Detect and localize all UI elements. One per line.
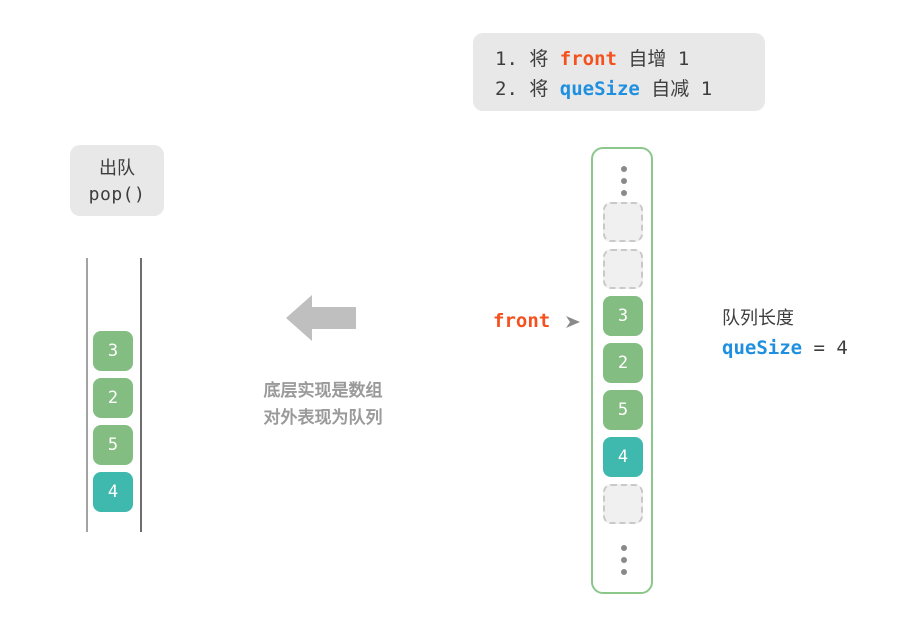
pop-operation-label: 出队 pop() (70, 145, 164, 216)
array-container: 3 2 5 4 (591, 147, 653, 594)
quesize-keyword: queSize (559, 78, 640, 100)
quesize-annotation-value: 4 (836, 337, 848, 359)
instruction-line-1: 1. 将 front 自增 1 (495, 44, 743, 74)
array-slot-empty-2 (603, 249, 643, 289)
instruction-line-1-suffix: 自增 1 (616, 48, 690, 70)
instruction-line-2-prefix: 2. 将 (495, 78, 560, 100)
queue-cell-3: 4 (93, 472, 133, 512)
quesize-annotation: 队列长度 queSize = 4 (722, 305, 848, 363)
array-slot-empty-3 (603, 484, 643, 524)
instruction-line-2-suffix: 自减 1 (639, 78, 713, 100)
array-slot-4-value: 2 (617, 353, 629, 373)
center-caption-line-2: 对外表现为队列 (263, 408, 383, 428)
queue-rail-right (140, 258, 142, 532)
left-arrow-icon (286, 295, 356, 341)
array-slot-3: 3 (603, 296, 643, 336)
array-slot-6-value: 4 (617, 447, 629, 467)
front-keyword: front (559, 48, 617, 70)
pop-label-method: pop() (88, 184, 146, 205)
instruction-line-2: 2. 将 queSize 自减 1 (495, 74, 743, 104)
instruction-line-1-prefix: 1. 将 (495, 48, 560, 70)
queue-cell-0: 3 (93, 331, 133, 371)
array-slot-3-value: 3 (617, 306, 629, 326)
array-ellipsis-bottom-icon (593, 545, 655, 575)
center-caption-line-1: 底层实现是数组 (263, 381, 383, 401)
quesize-annotation-equals: = (802, 337, 837, 359)
queue-cell-0-value: 3 (107, 341, 119, 361)
queue-cell-2-value: 5 (107, 435, 119, 455)
quesize-annotation-code: queSize = 4 (722, 333, 848, 363)
array-slot-6: 4 (603, 437, 643, 477)
front-pointer-label: front (493, 310, 551, 332)
queue-cell-2: 5 (93, 425, 133, 465)
instruction-note: 1. 将 front 自增 1 2. 将 queSize 自减 1 (473, 33, 765, 111)
front-pointer-arrow-icon (566, 316, 580, 328)
array-slot-5: 5 (603, 390, 643, 430)
center-caption: 底层实现是数组 对外表现为队列 (233, 378, 413, 432)
diagram-canvas: 1. 将 front 自增 1 2. 将 queSize 自减 1 出队 pop… (0, 0, 897, 630)
array-ellipsis-top-icon (593, 166, 655, 196)
array-slot-5-value: 5 (617, 400, 629, 420)
queue-cell-3-value: 4 (107, 482, 119, 502)
quesize-annotation-title: 队列长度 (722, 308, 794, 329)
array-slot-4: 2 (603, 343, 643, 383)
pop-label-title: 出队 (99, 158, 135, 179)
quesize-annotation-name: queSize (722, 337, 803, 359)
queue-cell-1-value: 2 (107, 388, 119, 408)
queue-rail-left (86, 258, 88, 532)
array-slot-empty-1 (603, 202, 643, 242)
queue-cell-1: 2 (93, 378, 133, 418)
